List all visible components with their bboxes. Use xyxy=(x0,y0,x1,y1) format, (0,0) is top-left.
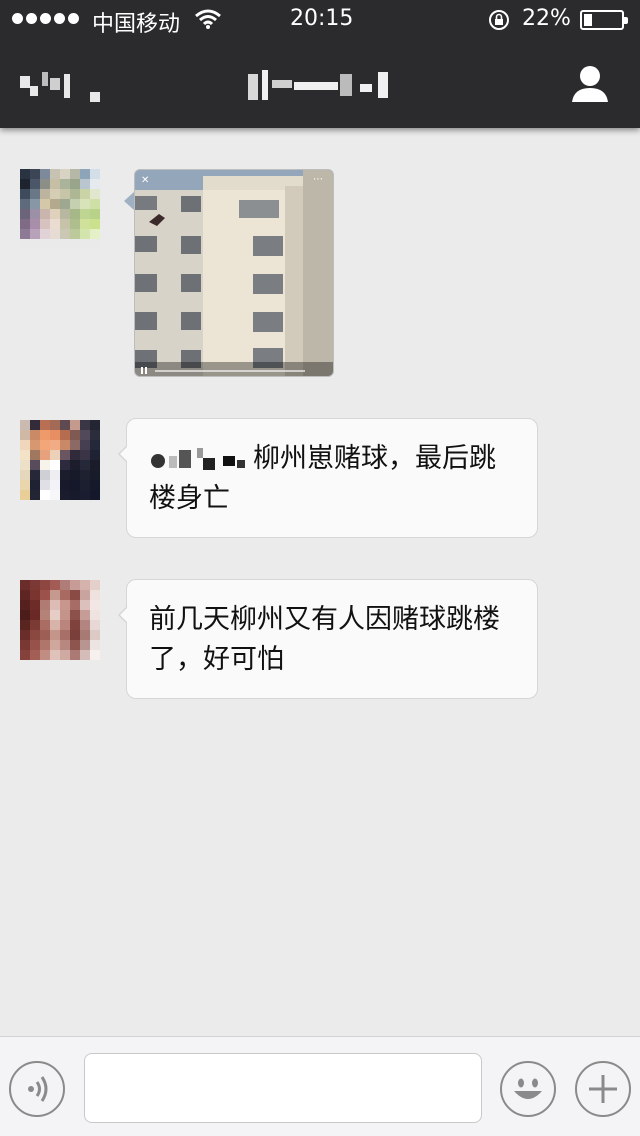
battery-icon xyxy=(580,10,628,30)
status-bar: 中国移动 20:15 22% xyxy=(0,0,640,40)
video-thumbnail: ✕ ⋯ xyxy=(135,170,333,376)
voice-icon xyxy=(28,1076,48,1102)
rotation-lock-icon xyxy=(489,10,509,30)
message-bubble[interactable]: 前几天柳州又有人因赌球跳楼了，好可怕 xyxy=(118,579,538,699)
top-bar: 中国移动 20:15 22% xyxy=(0,0,640,128)
carrier-name: 中国移动 xyxy=(92,12,181,37)
input-bar xyxy=(0,1036,640,1136)
nav-bar xyxy=(0,40,640,128)
redacted-name xyxy=(149,447,249,472)
message-text: 前几天柳州又有人因赌球跳楼了，好可怕 xyxy=(149,604,500,675)
wifi-icon xyxy=(195,9,221,29)
svg-text:⋯: ⋯ xyxy=(313,174,323,185)
message-bubble[interactable]: 柳州崽赌球，最后跳楼身亡 xyxy=(118,418,538,538)
bubble-tail xyxy=(124,192,134,210)
avatar[interactable] xyxy=(20,169,100,249)
avatar[interactable] xyxy=(20,580,100,660)
video-message[interactable]: ✕ ⋯ xyxy=(134,169,334,377)
plus-icon xyxy=(589,1075,617,1103)
status-time: 20:15 xyxy=(290,6,354,31)
chat-title-redacted xyxy=(248,70,392,102)
svg-text:✕: ✕ xyxy=(141,175,149,186)
more-button[interactable] xyxy=(575,1061,631,1117)
smiley-icon xyxy=(514,1078,542,1099)
emoji-button[interactable] xyxy=(500,1061,556,1117)
signal-strength-icon xyxy=(12,13,79,24)
person-icon[interactable] xyxy=(570,64,610,104)
avatar[interactable] xyxy=(20,420,100,500)
battery-fill xyxy=(584,14,592,26)
message-input[interactable] xyxy=(84,1053,482,1123)
battery-percent: 22% xyxy=(522,6,571,31)
voice-button[interactable] xyxy=(9,1061,65,1117)
chat-area[interactable]: ✕ ⋯ 柳州崽赌球，最后跳楼身亡 前几天柳州又有人因赌球跳楼了，好可怕 xyxy=(0,128,640,1036)
back-button-redacted[interactable] xyxy=(20,72,104,102)
